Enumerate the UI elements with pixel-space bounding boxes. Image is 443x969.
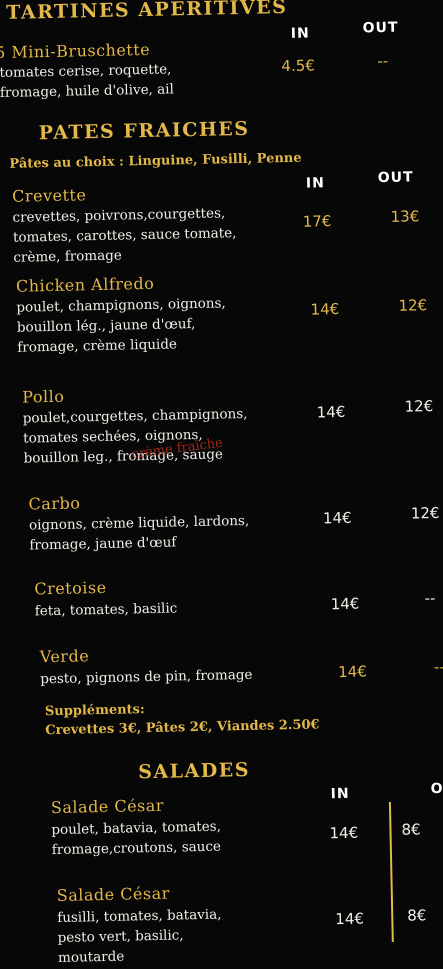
price-out-a-salade-cesar-2: 8€	[407, 906, 427, 925]
item-name-bruschette: 5 Mini-Bruschette	[0, 39, 151, 63]
col-in-tartines: IN	[290, 25, 310, 42]
price-out-a-salade-cesar-1: 8€	[401, 820, 421, 839]
price-out-verde: --	[433, 657, 443, 677]
price-out-cretoise: --	[424, 589, 436, 608]
item-name-chicken-alfredo: Chicken Alfredo	[15, 273, 155, 296]
price-in-salade-cesar-1: 14€	[329, 823, 359, 843]
column-divider	[388, 801, 394, 943]
item-name-carbo: Carbo	[28, 493, 81, 514]
col-in-salades: IN	[330, 785, 350, 803]
price-out-chicken-alfredo: 12€	[398, 296, 428, 315]
price-in-bruschette: 4.5€	[281, 56, 316, 76]
section-title-salades: SALADES	[137, 758, 251, 784]
col-out-tartines: OUT	[362, 19, 399, 37]
item-name-salade-cesar-1: Salade César	[50, 795, 165, 818]
price-in-salade-cesar-2: 14€	[335, 909, 365, 929]
price-out-bruschette: --	[377, 51, 389, 71]
price-in-carbo: 14€	[322, 508, 352, 528]
price-out-carbo: 12€	[410, 503, 440, 523]
item-name-crevette: Crevette	[11, 185, 87, 206]
supplements-text: Crevettes 3€, Pâtes 2€, Viandes 2.50€	[45, 717, 320, 739]
col-out-salades: OU	[430, 780, 443, 798]
item-desc-verde: pesto, pignons de pin, fromage	[40, 666, 253, 688]
item-desc-crevette: crevettes, poivrons,courgettes, tomates,…	[12, 205, 237, 266]
item-name-pollo: Pollo	[22, 386, 65, 407]
item-desc-chicken-alfredo: poulet, champignons, oignons, bouillon l…	[16, 295, 226, 356]
item-desc-carbo: oignons, crème liquide, lardons, fromage…	[28, 512, 250, 554]
price-in-pollo: 14€	[316, 402, 346, 422]
price-in-verde: 14€	[337, 662, 367, 682]
price-in-cretoise: 14€	[330, 594, 360, 614]
section-title-tartines: TARTINES APERITIVES	[6, 0, 288, 24]
item-name-salade-cesar-2: Salade César	[56, 883, 171, 906]
menu-page: TARTINES APERITIVES IN OUT 5 Mini-Brusch…	[0, 0, 443, 966]
col-out-pates: OUT	[377, 169, 414, 187]
col-in-pates: IN	[305, 175, 326, 192]
item-desc-bruschette: tomates cerise, roquette, fromage, huile…	[0, 61, 175, 102]
supplements-title: Suppléments:	[44, 702, 145, 720]
item-name-cretoise: Cretoise	[34, 577, 107, 599]
item-desc-salade-cesar-2: fusilli, tomates, batavia, pesto vert, b…	[57, 906, 222, 966]
price-out-pollo: 12€	[404, 397, 434, 416]
item-desc-cretoise: feta, tomates, basilic	[34, 600, 178, 620]
section-title-pates: PATES FRAICHES	[38, 117, 250, 145]
pates-choice: Pâtes au choix : Linguine, Fusilli, Penn…	[9, 150, 302, 172]
price-in-crevette: 17€	[302, 212, 332, 231]
item-name-verde: Verde	[39, 646, 90, 667]
price-in-chicken-alfredo: 14€	[310, 299, 340, 319]
price-out-crevette: 13€	[390, 207, 420, 226]
item-desc-salade-cesar-1: poulet, batavia, tomates, fromage,crouto…	[51, 818, 222, 859]
